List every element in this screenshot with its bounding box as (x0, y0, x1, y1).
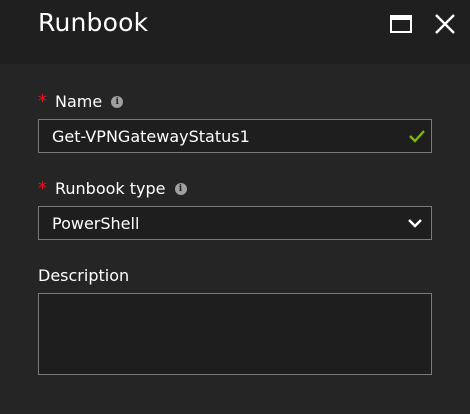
required-marker: * (38, 177, 47, 199)
required-marker: * (38, 90, 47, 112)
runbook-type-selected: PowerShell (52, 214, 140, 233)
maximize-icon (390, 15, 412, 33)
name-label-text: Name (55, 92, 103, 111)
info-icon[interactable]: i (111, 95, 124, 108)
description-label: Description (38, 266, 129, 285)
name-input-value: Get-VPNGatewayStatus1 (52, 127, 250, 146)
name-input[interactable]: Get-VPNGatewayStatus1 (38, 119, 432, 153)
blade-header: Runbook (0, 0, 470, 64)
info-icon[interactable]: i (174, 182, 187, 195)
name-label: * Name i (38, 90, 124, 112)
close-button[interactable] (433, 12, 457, 36)
description-label-text: Description (38, 266, 130, 285)
chevron-down-icon (408, 219, 422, 228)
runbook-type-label: * Runbook type i (38, 179, 187, 198)
checkmark-icon (409, 130, 425, 143)
runbook-type-select[interactable]: PowerShell (38, 206, 432, 240)
runbook-type-label-text: Runbook type (55, 179, 166, 198)
description-textarea[interactable] (38, 293, 432, 375)
blade-title: Runbook (38, 8, 149, 37)
maximize-button[interactable] (389, 12, 413, 36)
close-icon (435, 14, 455, 34)
